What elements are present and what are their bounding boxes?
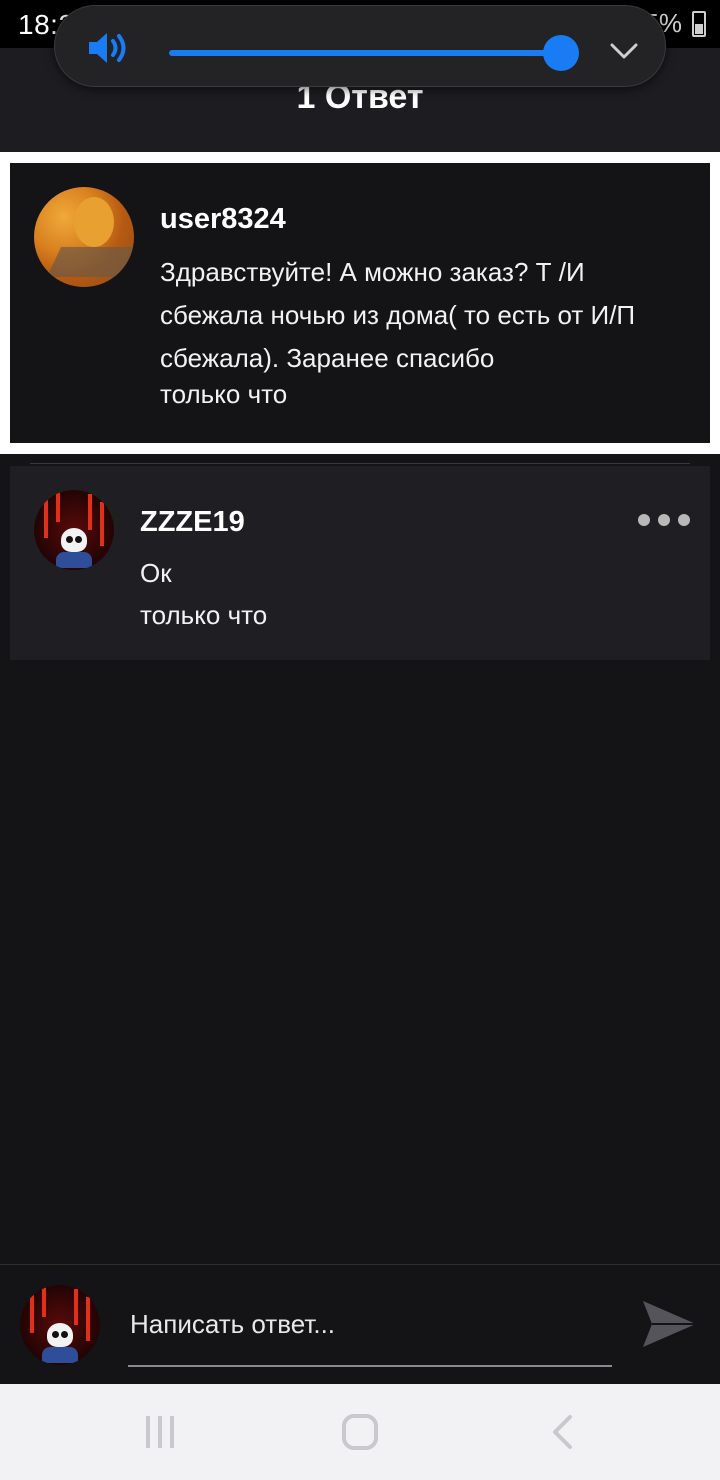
avatar-detail: [61, 1331, 68, 1338]
avatar-detail: [74, 1289, 78, 1325]
avatar-detail: [30, 1293, 34, 1333]
more-dots-icon[interactable]: [638, 512, 690, 528]
dot: [678, 514, 690, 526]
reply-time: только что: [140, 600, 268, 630]
avatar[interactable]: [34, 490, 114, 570]
avatar-detail: [52, 1331, 59, 1338]
reply-text: Ок: [140, 558, 172, 588]
bar: [158, 1416, 162, 1448]
avatar-detail: [75, 536, 82, 543]
avatar-detail: [47, 1323, 73, 1347]
avatar-detail: [44, 498, 48, 538]
reply-composer: Написать ответ...: [0, 1264, 720, 1384]
avatar-detail: [56, 552, 92, 568]
reply-author[interactable]: ZZZE19: [140, 506, 245, 539]
avatar-detail: [86, 1297, 90, 1341]
home-icon[interactable]: [342, 1414, 378, 1450]
recent-apps-icon[interactable]: [146, 1416, 174, 1448]
avatar-detail: [42, 1287, 46, 1317]
volume-slider-track[interactable]: [169, 50, 561, 56]
volume-panel: [54, 5, 666, 87]
bar: [170, 1416, 174, 1448]
speaker-icon[interactable]: [87, 28, 131, 68]
dot: [658, 514, 670, 526]
reply-input[interactable]: Написать ответ...: [128, 1295, 612, 1367]
avatar-detail: [42, 1347, 78, 1363]
send-icon[interactable]: [640, 1297, 698, 1351]
avatar: [20, 1285, 100, 1365]
comment-text: Здравствуйте! А можно заказ? Т /И сбежал…: [160, 257, 636, 373]
reply-comment: ZZZE19 Ок только что: [10, 466, 710, 660]
system-nav-bar: [0, 1384, 720, 1480]
comment-author[interactable]: user8324: [160, 203, 286, 236]
parent-comment: user8324 Здравствуйте! А можно заказ? Т …: [10, 163, 710, 443]
avatar-detail: [61, 528, 87, 552]
battery-icon: [692, 10, 706, 37]
reply-input-placeholder: Написать ответ...: [130, 1309, 336, 1339]
divider: [30, 463, 690, 464]
dot: [638, 514, 650, 526]
avatar[interactable]: [34, 187, 134, 287]
comment-time: только что: [160, 379, 288, 409]
bar: [146, 1416, 150, 1448]
avatar-detail: [100, 502, 104, 546]
tree-shape: [74, 197, 114, 247]
parent-comment-frame: user8324 Здравствуйте! А можно заказ? Т …: [0, 152, 720, 454]
road-shape: [47, 247, 134, 277]
volume-slider-knob[interactable]: [543, 35, 579, 71]
chevron-down-icon[interactable]: [607, 34, 641, 68]
avatar-detail: [88, 494, 92, 530]
avatar-detail: [56, 492, 60, 522]
back-icon[interactable]: [548, 1414, 578, 1450]
avatar-detail: [66, 536, 73, 543]
